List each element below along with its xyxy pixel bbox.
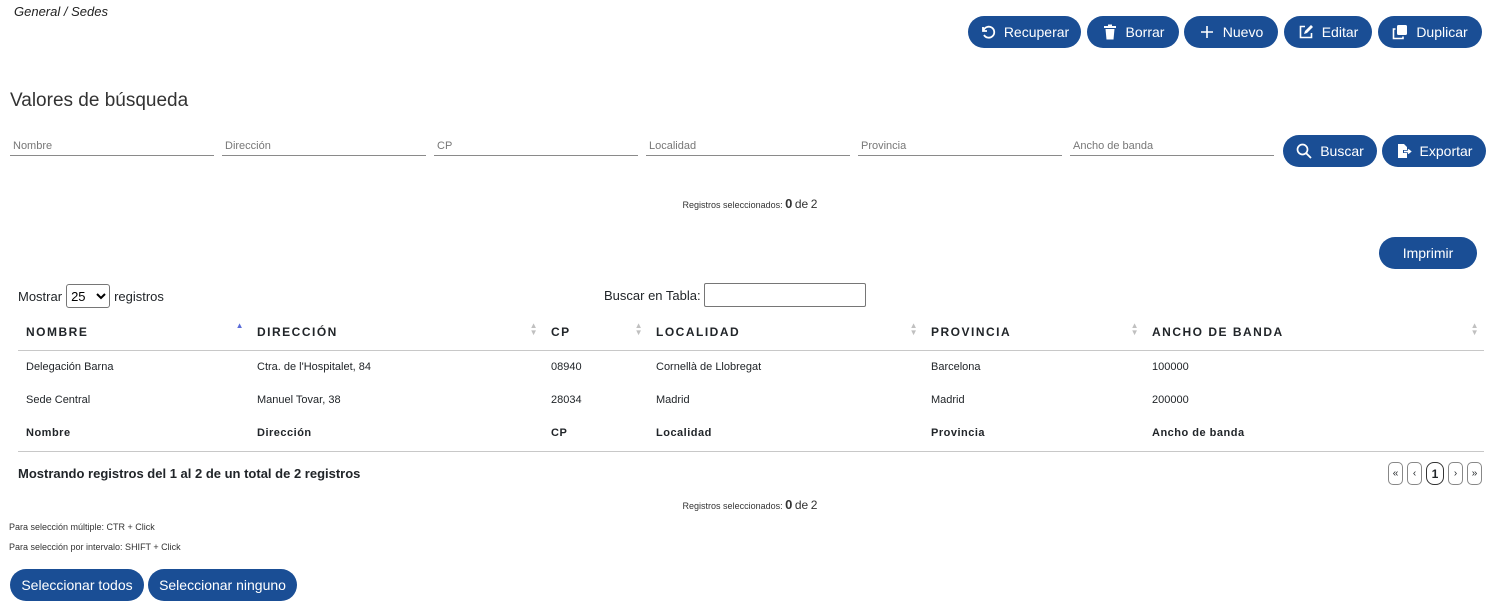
selected-total: 2: [810, 197, 818, 211]
sort-asc-icon: ▲: [235, 321, 245, 330]
table-info: Mostrando registros del 1 al 2 de un tot…: [18, 466, 361, 481]
export-icon: [1397, 144, 1412, 158]
cell-cp: 08940: [551, 360, 582, 373]
copy-icon: [1393, 25, 1408, 40]
selected-count-top: Registros seleccionados: 0 de 2: [0, 196, 1500, 211]
select-none-button[interactable]: Seleccionar ninguno: [148, 569, 297, 601]
col-header-localidad[interactable]: LOCALIDAD ▲ ▼: [648, 314, 923, 351]
next-page-button[interactable]: ›: [1448, 462, 1463, 485]
sort-icon: ▲ ▼: [529, 321, 539, 337]
prev-page-button[interactable]: ‹: [1407, 462, 1422, 485]
cell-ancho: 200000: [1152, 393, 1189, 406]
sort-icon: ▲ ▼: [1130, 321, 1140, 337]
selected-label: Registros seleccionados:: [682, 200, 783, 210]
footer-row: Nombre Dirección CP Localidad Provincia …: [18, 416, 1484, 452]
selected-number: 0: [785, 196, 793, 211]
edit-button[interactable]: Editar: [1284, 16, 1372, 48]
col-header-direccion[interactable]: DIRECCIÓN ▲ ▼: [249, 314, 543, 351]
cell-provincia: Madrid: [931, 393, 965, 406]
search-icon: [1296, 143, 1312, 159]
col-footer-cp: CP: [543, 416, 648, 452]
recover-button[interactable]: Recuperar: [968, 16, 1081, 48]
selected-of: de: [794, 197, 809, 211]
col-header-ancho[interactable]: ANCHO DE BANDA ▲ ▼: [1144, 314, 1484, 351]
cell-ancho: 100000: [1152, 360, 1189, 373]
table-search-input[interactable]: [703, 283, 866, 307]
col-header-provincia[interactable]: PROVINCIA ▲ ▼: [923, 314, 1144, 351]
export-label: Exportar: [1419, 143, 1473, 159]
table-search: Buscar en Tabla:: [604, 283, 866, 307]
table-row[interactable]: Delegación Barna Ctra. de l'Hospitalet, …: [18, 350, 1484, 383]
header-row: NOMBRE ▲ DIRECCIÓN ▲ ▼ CP ▲ ▼ LOCALIDAD ▲ ▼ PRO…: [18, 314, 1484, 351]
selected-number: 0: [785, 497, 793, 512]
cell-provincia: Barcelona: [931, 360, 981, 373]
cell-direccion: Ctra. de l'Hospitalet, 84: [257, 360, 371, 373]
page-length-control: Mostrar 25 registros: [18, 284, 164, 308]
col-footer-ancho: Ancho de banda: [1144, 416, 1484, 452]
cp-filter-input[interactable]: [434, 137, 638, 156]
breadcrumb: General / Sedes: [14, 4, 108, 19]
cell-cp: 28034: [551, 393, 582, 406]
col-footer-localidad: Localidad: [648, 416, 923, 452]
new-button[interactable]: Nuevo: [1184, 16, 1278, 48]
direccion-filter-input[interactable]: [222, 137, 426, 156]
last-page-button[interactable]: »: [1467, 462, 1482, 485]
duplicate-button[interactable]: Duplicar: [1378, 16, 1482, 48]
cell-nombre: Sede Central: [26, 393, 91, 406]
edit-icon: [1299, 25, 1313, 39]
trash-icon: [1103, 24, 1116, 40]
hint-multiple-selection: Para selección múltiple: CTR + Click: [9, 522, 155, 532]
cell-localidad: Madrid: [656, 393, 690, 406]
col-header-cp[interactable]: CP ▲ ▼: [543, 314, 648, 351]
first-page-button[interactable]: «: [1388, 462, 1403, 485]
sedes-table: NOMBRE ▲ DIRECCIÓN ▲ ▼ CP ▲ ▼ LOCALIDAD ▲ ▼ PRO…: [18, 314, 1484, 452]
export-button[interactable]: Exportar: [1382, 135, 1486, 167]
search-button[interactable]: Buscar: [1283, 135, 1377, 167]
nombre-filter-input[interactable]: [10, 137, 214, 156]
current-page-button[interactable]: 1: [1426, 462, 1444, 485]
table-row[interactable]: Sede Central Manuel Tovar, 38 28034 Madr…: [18, 383, 1484, 416]
search-section-title: Valores de búsqueda: [10, 90, 189, 111]
edit-label: Editar: [1321, 24, 1359, 40]
cell-nombre: Delegación Barna: [26, 360, 114, 373]
duplicate-label: Duplicar: [1416, 24, 1468, 40]
provincia-filter-input[interactable]: [858, 137, 1062, 156]
col-footer-provincia: Provincia: [923, 416, 1144, 452]
undo-icon: [981, 25, 995, 39]
show-label: Mostrar: [18, 288, 63, 304]
cell-direccion: Manuel Tovar, 38: [257, 393, 341, 406]
selected-total: 2: [810, 498, 818, 512]
pagination: « ‹ 1 › »: [1388, 462, 1482, 485]
delete-button[interactable]: Borrar: [1087, 16, 1179, 48]
search-label: Buscar: [1320, 143, 1364, 159]
localidad-filter-input[interactable]: [646, 137, 850, 156]
new-label: Nuevo: [1222, 24, 1264, 40]
selected-count-bottom: Registros seleccionados: 0 de 2: [0, 497, 1500, 512]
records-label: registros: [114, 288, 164, 304]
sort-icon: ▲ ▼: [1470, 321, 1480, 337]
col-footer-direccion: Dirección: [249, 416, 543, 452]
sort-icon: ▲ ▼: [909, 321, 919, 337]
col-footer-nombre: Nombre: [18, 416, 249, 452]
recover-label: Recuperar: [1003, 24, 1070, 40]
hint-interval-selection: Para selección por intervalo: SHIFT + Cl…: [9, 542, 181, 552]
table-search-label: Buscar en Tabla:: [604, 287, 701, 303]
print-button[interactable]: Imprimir: [1379, 237, 1477, 269]
col-header-nombre[interactable]: NOMBRE ▲: [18, 314, 249, 351]
selected-label: Registros seleccionados:: [682, 501, 783, 511]
ancho-filter-input[interactable]: [1070, 137, 1274, 156]
select-all-button[interactable]: Seleccionar todos: [10, 569, 144, 601]
cell-localidad: Cornellà de Llobregat: [656, 360, 762, 373]
sort-icon: ▲ ▼: [634, 321, 644, 337]
page-size-select[interactable]: 25: [66, 284, 111, 308]
delete-label: Borrar: [1125, 24, 1165, 40]
plus-icon: [1200, 26, 1213, 38]
selected-of: de: [794, 498, 809, 512]
